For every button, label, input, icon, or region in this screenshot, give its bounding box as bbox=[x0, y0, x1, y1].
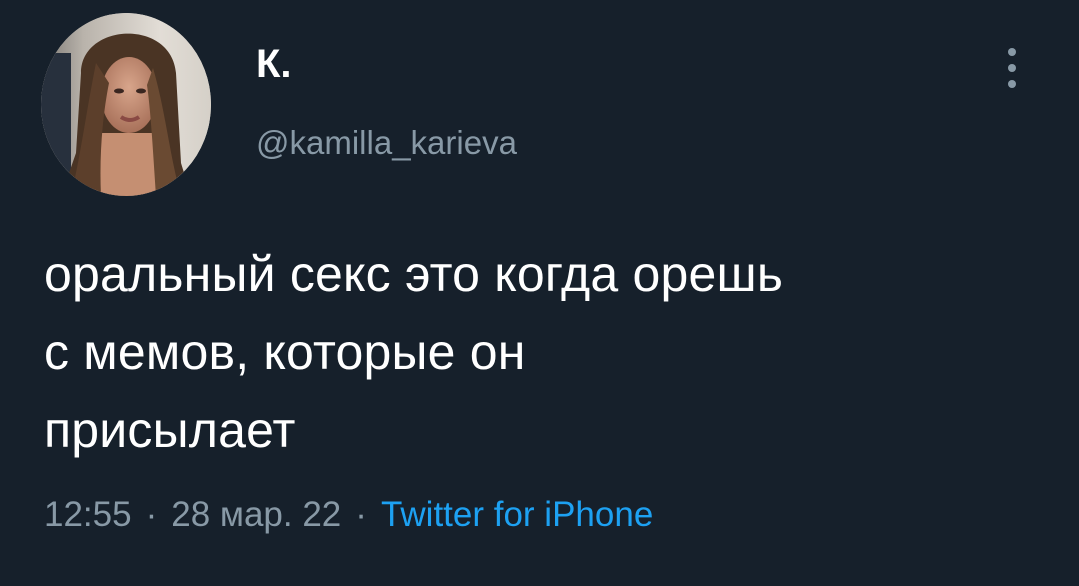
tweet-text: оральный секс это когда орешь с мемов, к… bbox=[44, 235, 1054, 469]
avatar-photo bbox=[41, 13, 211, 196]
author-display-name[interactable]: К. bbox=[256, 44, 292, 84]
meta-separator: · bbox=[145, 495, 158, 534]
tweet-time[interactable]: 12:55 bbox=[44, 495, 132, 534]
author-handle[interactable]: @kamilla_karieva bbox=[256, 126, 517, 159]
tweet-text-line: оральный секс это когда орешь bbox=[44, 246, 784, 302]
more-dot bbox=[1008, 48, 1016, 56]
more-dot bbox=[1008, 64, 1016, 72]
tweet-source-link[interactable]: Twitter for iPhone bbox=[381, 495, 653, 534]
tweet-meta: 12:55 · 28 мар. 22 · Twitter for iPhone bbox=[44, 497, 653, 532]
author-avatar[interactable] bbox=[41, 13, 211, 196]
more-vertical-icon[interactable] bbox=[1000, 42, 1024, 94]
meta-separator: · bbox=[355, 495, 367, 534]
tweet-date[interactable]: 28 мар. 22 bbox=[171, 495, 341, 534]
more-dot bbox=[1008, 80, 1016, 88]
tweet-text-line: с мемов, которые он bbox=[44, 324, 526, 380]
tweet-card: К. @kamilla_karieva оральный секс это ко… bbox=[0, 0, 1079, 586]
tweet-text-line: присылает bbox=[44, 402, 296, 458]
